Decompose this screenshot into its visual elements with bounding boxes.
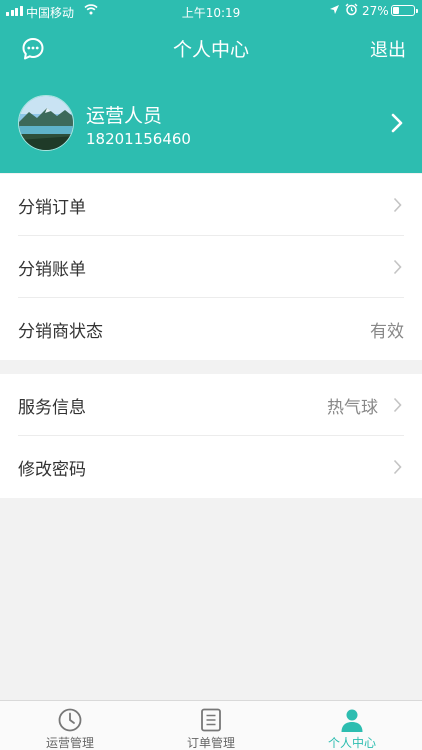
battery-icon <box>391 5 418 16</box>
page-title: 个人中心 <box>172 39 249 61</box>
alarm-icon <box>345 3 358 16</box>
location-icon <box>330 5 339 14</box>
menu-item-distribution-orders[interactable]: 分销订单 <box>0 174 422 236</box>
service-value: 热气球 <box>327 398 378 418</box>
menu-group-distribution: 分销订单 分销账单 分销商状态 有效 <box>0 174 422 360</box>
menu-item-label: 分销订单 <box>18 198 86 218</box>
person-icon <box>341 709 363 732</box>
tab-bar: 运营管理 订单管理 个人中心 <box>0 700 422 750</box>
chevron-right-icon <box>393 459 402 475</box>
chevron-right-icon <box>393 197 402 213</box>
tab-profile[interactable]: 个人中心 <box>282 701 422 750</box>
profile-card[interactable]: 运营人员 18201156460 <box>0 74 422 173</box>
tab-label: 运营管理 <box>45 736 94 750</box>
logout-button[interactable]: 退出 <box>370 36 406 62</box>
profile-phone: 18201156460 <box>86 130 191 148</box>
chevron-right-icon <box>393 397 402 413</box>
avatar <box>18 95 74 151</box>
menu-item-label: 分销账单 <box>18 260 86 280</box>
status-time: 上午10:19 <box>181 6 241 20</box>
clock-icon <box>58 708 82 732</box>
tab-label: 个人中心 <box>327 736 376 750</box>
menu-item-label: 修改密码 <box>18 460 86 480</box>
status-bar: 中国移动 上午10:19 27% <box>0 0 422 22</box>
battery-percent: 27% <box>362 4 389 18</box>
menu-item-distribution-bills[interactable]: 分销账单 <box>0 236 422 298</box>
menu-item-label: 服务信息 <box>18 398 86 418</box>
tab-operations[interactable]: 运营管理 <box>0 701 140 750</box>
profile-name: 运营人员 <box>86 105 163 127</box>
tab-orders[interactable]: 订单管理 <box>141 701 281 750</box>
menu-item-distributor-status: 分销商状态 有效 <box>0 298 422 360</box>
status-value: 有效 <box>370 322 404 342</box>
menu-group-account: 服务信息 热气球 修改密码 <box>0 374 422 498</box>
menu-item-label: 分销商状态 <box>18 322 103 342</box>
menu-item-change-password[interactable]: 修改密码 <box>0 436 422 498</box>
chevron-right-icon <box>393 259 402 275</box>
document-icon <box>201 708 221 732</box>
chevron-right-icon <box>391 113 403 133</box>
tab-label: 订单管理 <box>186 736 235 750</box>
menu-item-service-info[interactable]: 服务信息 热气球 <box>0 374 422 436</box>
nav-bar: 个人中心 退出 <box>0 22 422 74</box>
